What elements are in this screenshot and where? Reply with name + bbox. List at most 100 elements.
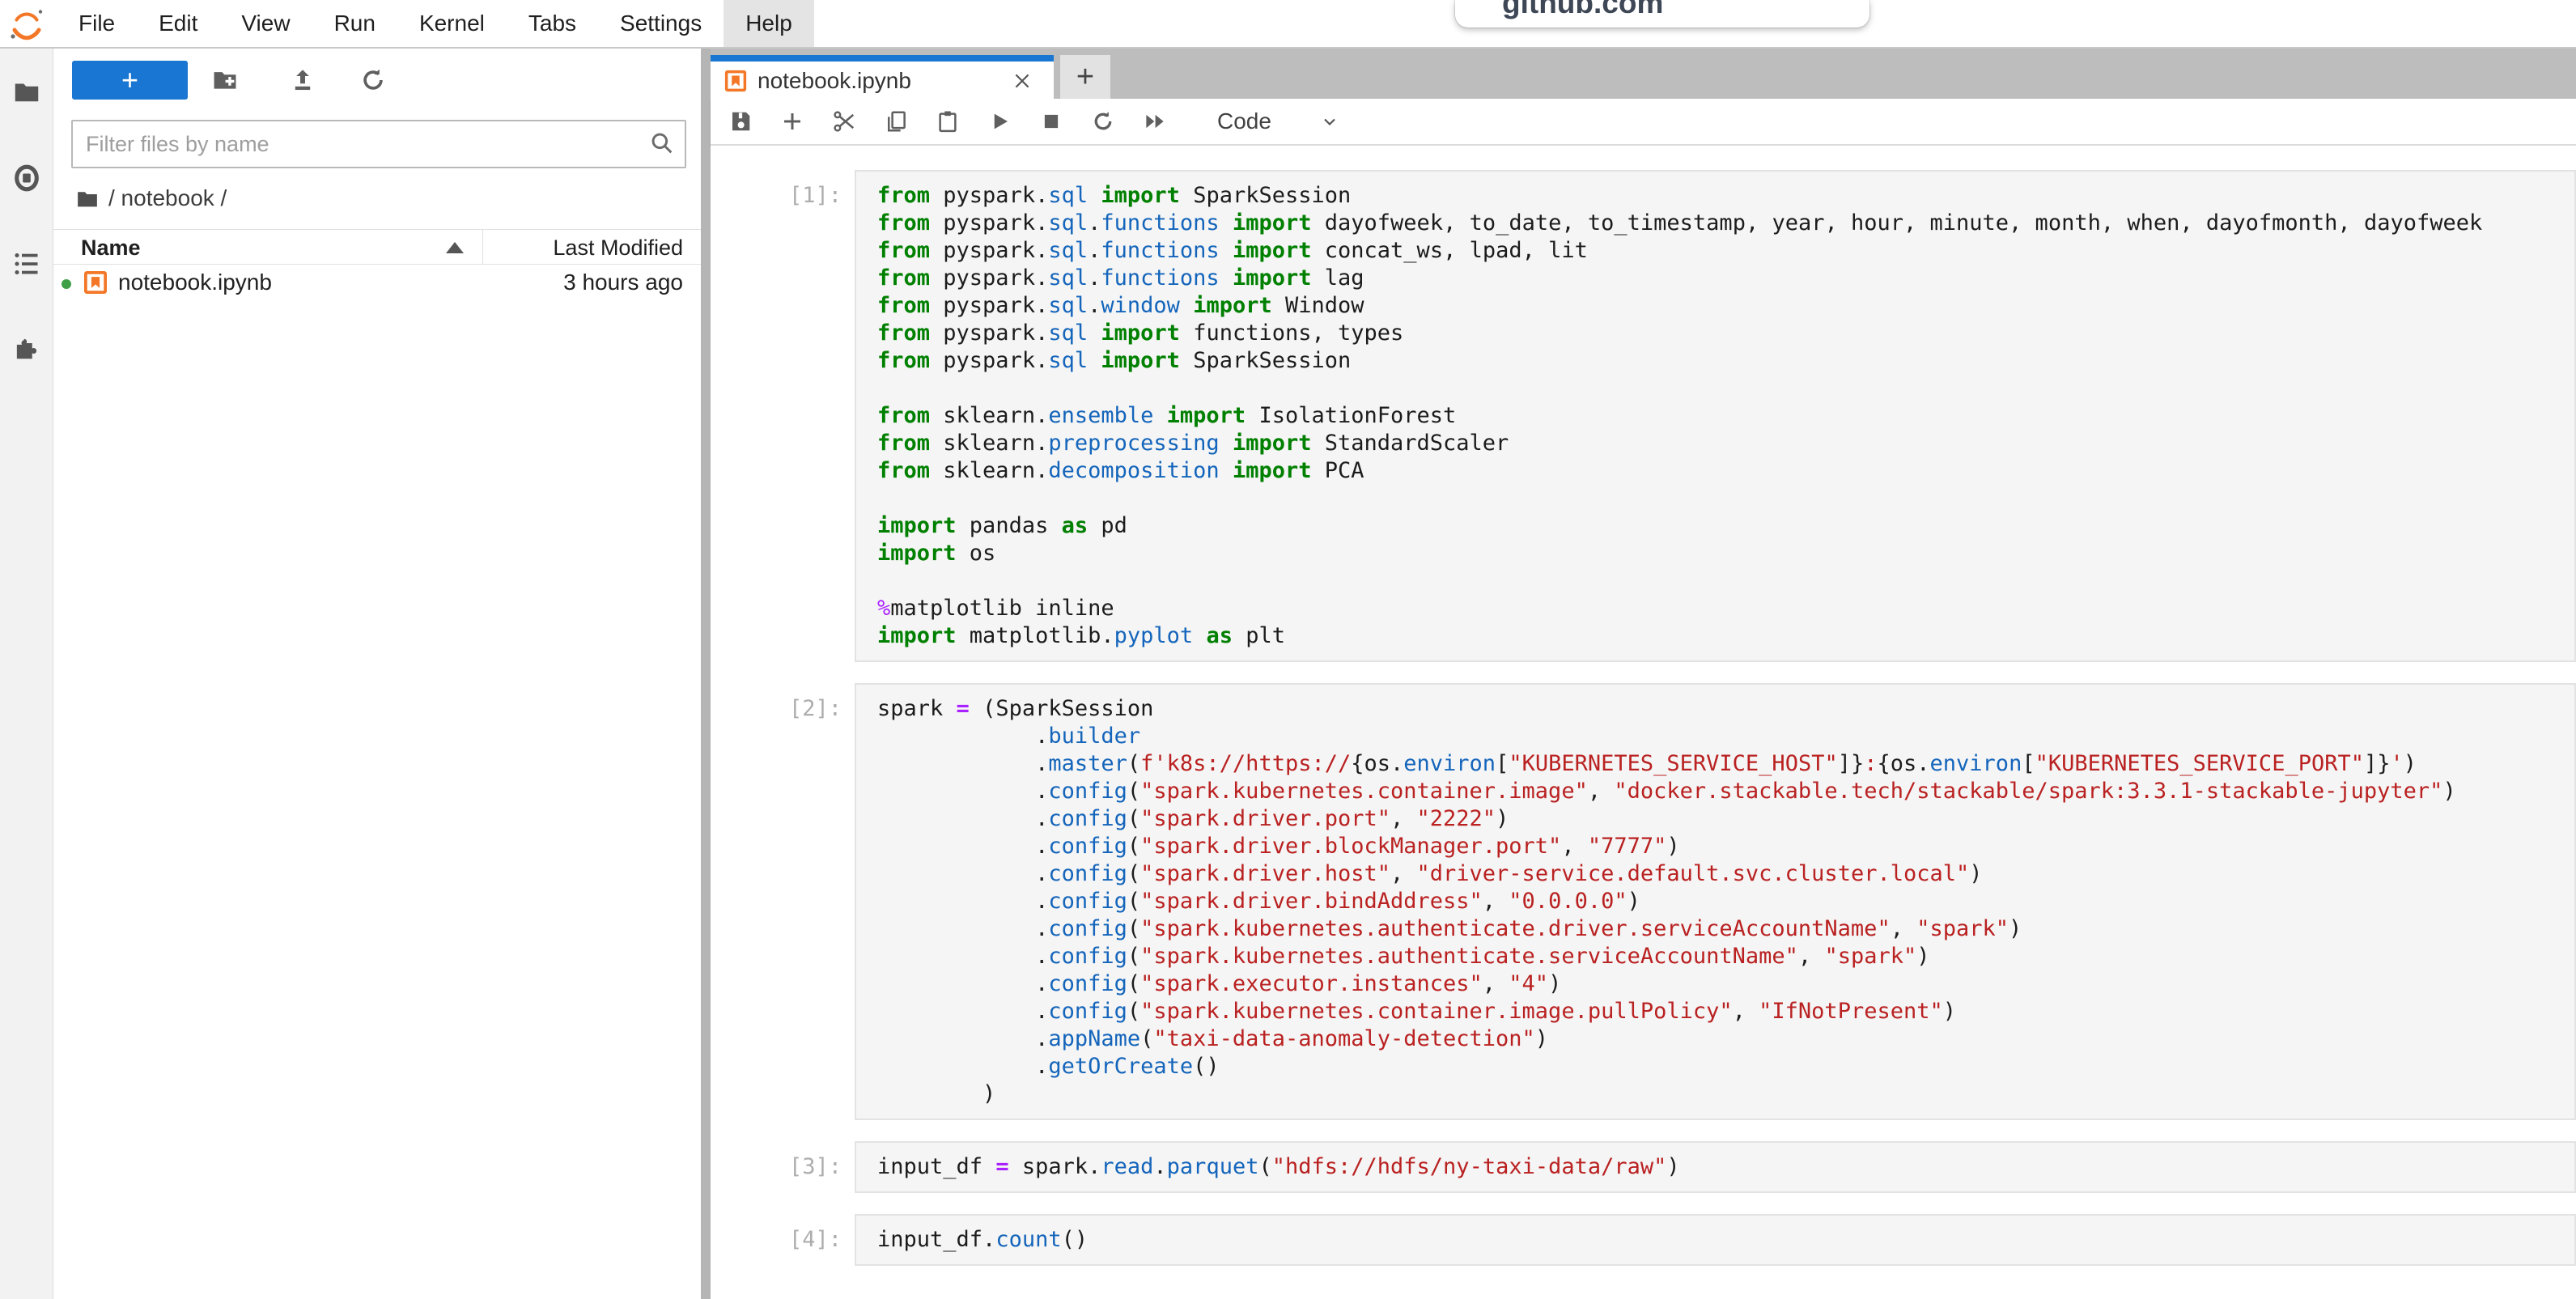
- menu-view[interactable]: View: [219, 0, 312, 47]
- run-all-icon[interactable]: [1143, 109, 1167, 134]
- notebook-file-icon: [83, 270, 108, 295]
- save-icon[interactable]: [728, 109, 753, 134]
- insert-cell-icon[interactable]: [780, 109, 804, 134]
- filter-files-box: [71, 120, 686, 168]
- panel-splitter[interactable]: [701, 49, 711, 1299]
- code-cell-row: [1]:from pyspark.sql import SparkSession…: [711, 170, 2576, 662]
- code-line: .config("spark.kubernetes.authenticate.d…: [877, 915, 2553, 943]
- browser-link-popup: github.com: [1455, 0, 1869, 28]
- activity-bar: [0, 49, 53, 1299]
- new-tab-button[interactable]: +: [1060, 55, 1110, 99]
- cell-output-value: 12106669: [855, 1287, 1005, 1299]
- popup-url: github.com: [1502, 0, 1663, 20]
- cell-input-prompt: [1]:: [711, 170, 842, 662]
- code-line: %matplotlib inline: [877, 595, 2553, 622]
- column-name[interactable]: Name: [81, 236, 141, 261]
- new-folder-icon[interactable]: [211, 66, 239, 94]
- cell-input-prompt: [4]:: [711, 1214, 842, 1266]
- code-line: from pyspark.sql.functions import lag: [877, 265, 2553, 292]
- code-cell-row: [3]:input_df = spark.read.parquet("hdfs:…: [711, 1141, 2576, 1193]
- code-cell-editor[interactable]: spark = (SparkSession .builder .master(f…: [855, 683, 2576, 1120]
- file-browser-panel: + / notebook / Name: [53, 49, 701, 1299]
- menu-file[interactable]: File: [57, 0, 137, 47]
- code-line: .config("spark.kubernetes.container.imag…: [877, 778, 2553, 805]
- code-line: from pyspark.sql.functions import dayofw…: [877, 210, 2553, 237]
- search-icon: [649, 130, 675, 156]
- upload-icon[interactable]: [289, 66, 316, 94]
- sort-ascending-icon: [446, 242, 464, 253]
- code-line: [877, 375, 2553, 402]
- notebook-tab-icon: [724, 69, 748, 93]
- file-name: notebook.ipynb: [118, 270, 272, 295]
- filter-files-input[interactable]: [84, 125, 638, 163]
- notebook-scroll-area[interactable]: [1]:from pyspark.sql import SparkSession…: [711, 146, 2576, 1299]
- code-line: .config("spark.driver.blockManager.port"…: [877, 833, 2553, 860]
- code-cell-editor[interactable]: input_df.count(): [855, 1214, 2576, 1266]
- code-line: input_df.count(): [877, 1226, 2553, 1254]
- code-line: [877, 567, 2553, 595]
- code-line: from sklearn.ensemble import IsolationFo…: [877, 402, 2553, 430]
- breadcrumb[interactable]: / notebook /: [53, 185, 701, 217]
- code-cell-editor[interactable]: input_df = spark.read.parquet("hdfs://hd…: [855, 1141, 2576, 1193]
- new-launcher-button[interactable]: +: [72, 61, 188, 100]
- code-line: .config("spark.driver.host", "driver-ser…: [877, 860, 2553, 888]
- code-line: from pyspark.sql import SparkSession: [877, 347, 2553, 375]
- close-tab-icon[interactable]: [1012, 70, 1033, 91]
- code-line: from sklearn.preprocessing import Standa…: [877, 430, 2553, 457]
- code-line: ): [877, 1080, 2553, 1108]
- running-indicator-dot: [62, 279, 71, 289]
- file-browser-icon[interactable]: [11, 76, 43, 108]
- cell-input-prompt: [2]:: [711, 683, 842, 1120]
- stop-icon[interactable]: [1039, 109, 1063, 134]
- code-cell-editor[interactable]: from pyspark.sql import SparkSessionfrom…: [855, 170, 2576, 662]
- code-cell-row: [4]: input_df.count(): [711, 1214, 2576, 1266]
- refresh-icon[interactable]: [359, 66, 387, 94]
- table-of-contents-icon[interactable]: [11, 248, 43, 280]
- column-divider: [482, 230, 483, 264]
- notebook-toolbar: Code: [711, 99, 2576, 146]
- code-line: from sklearn.decomposition import PCA: [877, 457, 2553, 485]
- menu-tabs[interactable]: Tabs: [507, 0, 598, 47]
- file-modified: 3 hours ago: [563, 270, 683, 295]
- code-line: .config("spark.kubernetes.container.imag…: [877, 998, 2553, 1025]
- home-folder-icon[interactable]: [75, 187, 100, 211]
- chevron-down-icon[interactable]: [1320, 112, 1339, 131]
- cut-cells-icon[interactable]: [832, 109, 856, 134]
- code-line: from pyspark.sql import functions, types: [877, 320, 2553, 347]
- code-line: import os: [877, 540, 2553, 567]
- menu-settings[interactable]: Settings: [598, 0, 724, 47]
- run-icon[interactable]: [987, 109, 1012, 134]
- menu-edit[interactable]: Edit: [137, 0, 219, 47]
- running-kernels-icon[interactable]: [11, 162, 43, 194]
- main-dock-panel: notebook.ipynb + Code [1]:from pyspark.s…: [711, 49, 2576, 1299]
- dock-tab-bar: notebook.ipynb +: [711, 49, 2576, 99]
- cell-output-row: [4]:12106669: [711, 1287, 2576, 1299]
- menu-kernel[interactable]: Kernel: [397, 0, 507, 47]
- code-line: from pyspark.sql import SparkSession: [877, 182, 2553, 210]
- code-line: .appName("taxi-data-anomaly-detection"): [877, 1025, 2553, 1053]
- code-line: .config("spark.driver.port", "2222"): [877, 805, 2553, 833]
- code-line: .master(f'k8s://https://{os.environ["KUB…: [877, 750, 2553, 778]
- code-line: .getOrCreate(): [877, 1053, 2553, 1080]
- cell-type-dropdown[interactable]: Code: [1217, 108, 1271, 134]
- code-line: .config("spark.executor.instances", "4"): [877, 970, 2553, 998]
- breadcrumb-path: / notebook /: [108, 185, 227, 211]
- code-line: import pandas as pd: [877, 512, 2553, 540]
- code-line: .config("spark.kubernetes.authenticate.s…: [877, 943, 2553, 970]
- menu-run[interactable]: Run: [312, 0, 397, 47]
- extensions-icon[interactable]: [11, 333, 43, 366]
- restart-kernel-icon[interactable]: [1091, 109, 1115, 134]
- file-row[interactable]: notebook.ipynb 3 hours ago: [53, 265, 701, 301]
- copy-cells-icon[interactable]: [884, 109, 908, 134]
- code-line: input_df = spark.read.parquet("hdfs://hd…: [877, 1153, 2553, 1181]
- column-last-modified[interactable]: Last Modified: [553, 236, 683, 261]
- menu-help[interactable]: Help: [724, 0, 814, 47]
- code-line: from pyspark.sql.window import Window: [877, 292, 2553, 320]
- code-cell-row: [2]:spark = (SparkSession .builder .mast…: [711, 683, 2576, 1120]
- code-line: from pyspark.sql.functions import concat…: [877, 237, 2553, 265]
- tab-title: notebook.ipynb: [758, 68, 911, 94]
- tab-notebook[interactable]: notebook.ipynb: [711, 55, 1054, 105]
- paste-cells-icon[interactable]: [936, 109, 960, 134]
- code-line: .config("spark.driver.bindAddress", "0.0…: [877, 888, 2553, 915]
- code-line: .builder: [877, 723, 2553, 750]
